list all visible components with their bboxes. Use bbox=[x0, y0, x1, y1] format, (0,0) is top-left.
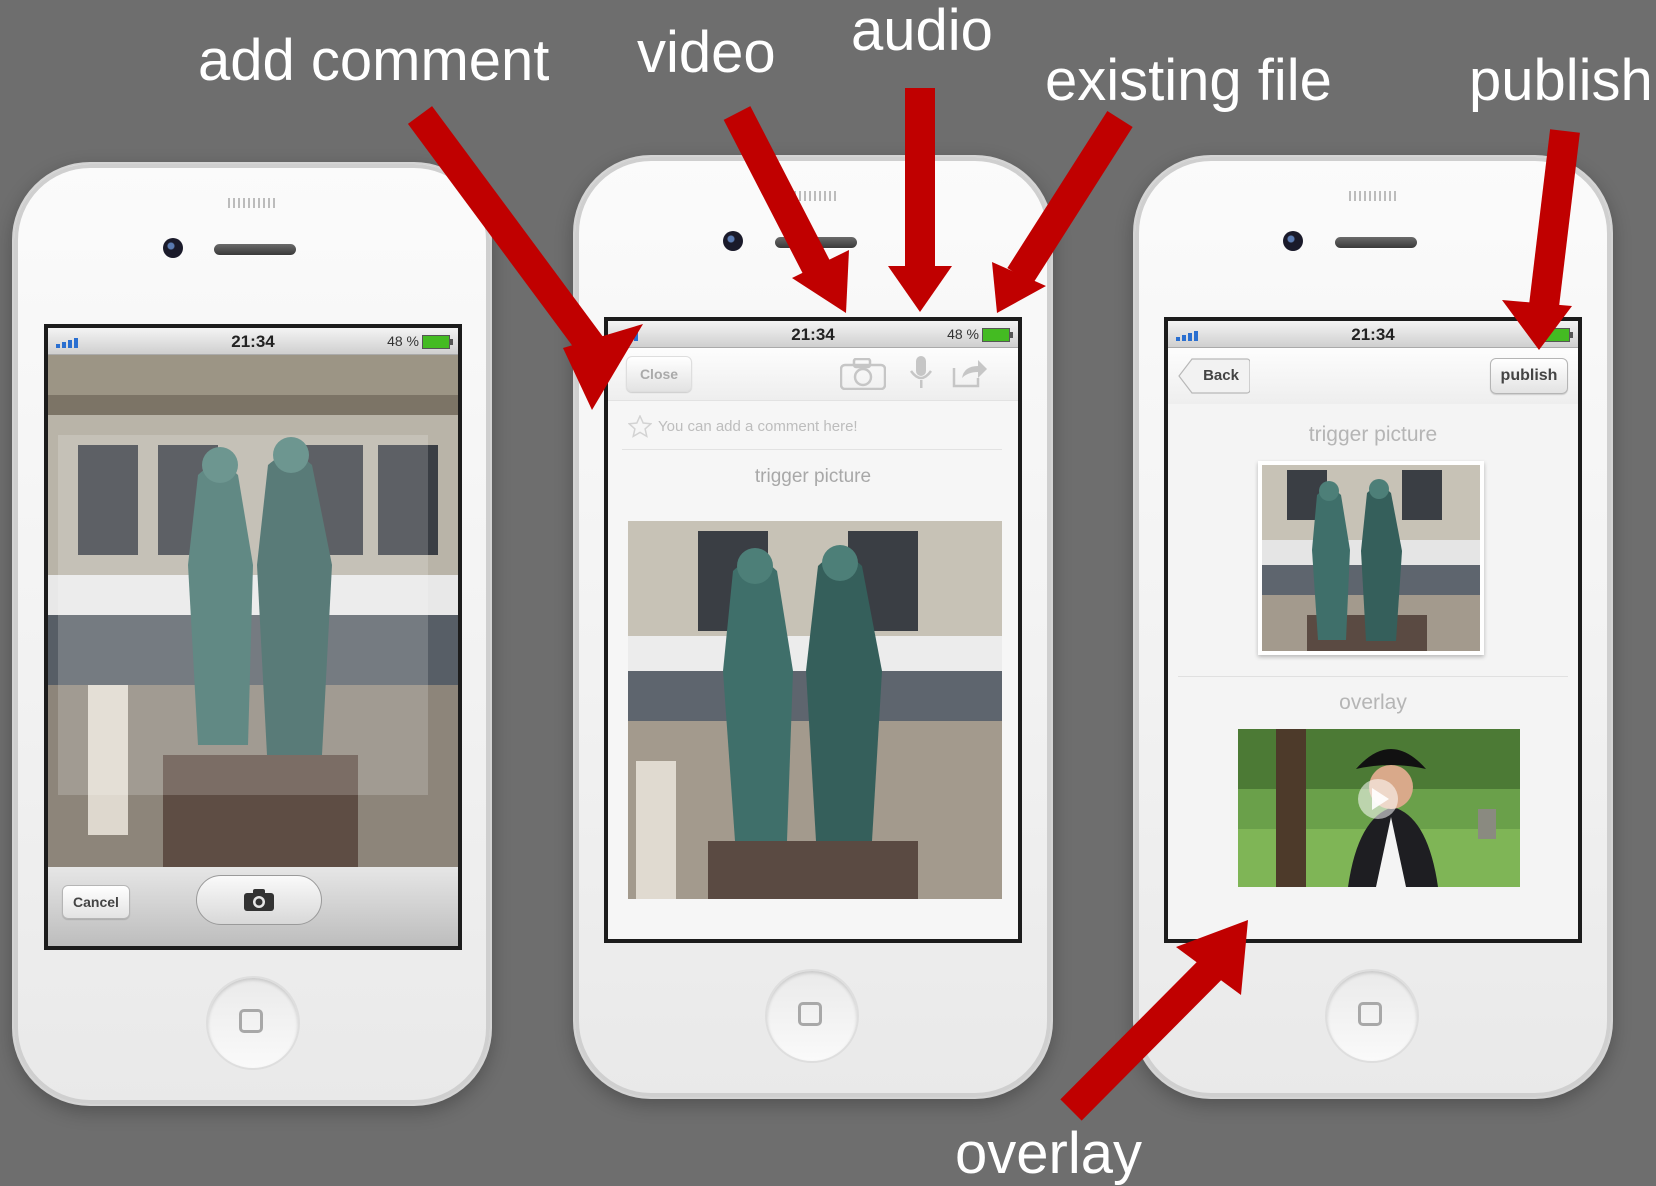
shutter-button[interactable] bbox=[196, 875, 322, 925]
earpiece bbox=[1335, 237, 1417, 248]
trigger-caption: trigger picture bbox=[1308, 423, 1438, 446]
phone-camera: 21:34 48 % Cancel bbox=[12, 162, 492, 1106]
status-battery: 48 % bbox=[387, 333, 453, 350]
screen: 21:34 48 % Cancel bbox=[44, 324, 462, 950]
home-button[interactable] bbox=[206, 976, 300, 1070]
camera-toolbar: Cancel bbox=[48, 867, 458, 946]
trigger-caption: trigger picture bbox=[754, 466, 872, 487]
statue-photo bbox=[628, 521, 1002, 899]
play-icon[interactable] bbox=[1356, 777, 1400, 821]
label-publish: publish bbox=[1469, 48, 1653, 113]
microphone-icon[interactable] bbox=[908, 355, 934, 391]
screen: 21:34 Back publish trigger picture overl… bbox=[1164, 317, 1582, 943]
home-square-icon bbox=[239, 1009, 263, 1033]
statue-photo bbox=[48, 355, 458, 867]
camera-icon bbox=[244, 889, 274, 911]
speaker-grille bbox=[228, 198, 278, 208]
trigger-thumbnail[interactable] bbox=[1258, 461, 1484, 655]
star-icon bbox=[628, 415, 652, 438]
front-camera bbox=[163, 238, 183, 258]
section-divider bbox=[1178, 676, 1568, 677]
editor-toolbar: Close bbox=[608, 348, 1018, 401]
slide: { "labels": { "add_comment": "add commen… bbox=[0, 0, 1656, 1185]
status-bar: 21:34 bbox=[1168, 321, 1578, 348]
battery-icon bbox=[422, 335, 453, 350]
publish-button[interactable]: publish bbox=[1490, 358, 1568, 394]
trigger-picture[interactable] bbox=[628, 521, 1002, 899]
battery-icon bbox=[1542, 328, 1573, 343]
front-camera bbox=[1283, 231, 1303, 251]
home-square-icon bbox=[1358, 1002, 1382, 1026]
battery-icon bbox=[982, 328, 1013, 343]
back-button[interactable]: Back bbox=[1178, 358, 1250, 394]
battery-percent: 48 % bbox=[387, 333, 419, 349]
phone-editor: 21:34 48 % Close You can add a comment h… bbox=[573, 155, 1053, 1099]
comment-row[interactable]: You can add a comment here! bbox=[622, 403, 1002, 450]
camera-icon[interactable] bbox=[840, 358, 886, 390]
speaker-grille bbox=[789, 191, 839, 201]
label-overlay: overlay bbox=[955, 1121, 1142, 1186]
share-icon[interactable] bbox=[952, 358, 988, 388]
earpiece bbox=[214, 244, 296, 255]
earpiece bbox=[775, 237, 857, 248]
close-button[interactable]: Close bbox=[626, 356, 692, 392]
label-add-comment: add comment bbox=[198, 28, 550, 93]
publish-navbar: Back publish bbox=[1168, 348, 1578, 404]
screen: 21:34 48 % Close You can add a comment h… bbox=[604, 317, 1022, 943]
status-battery: 48 % bbox=[947, 326, 1013, 343]
camera-viewfinder bbox=[48, 355, 458, 867]
home-button[interactable] bbox=[1325, 969, 1419, 1063]
overlay-video[interactable] bbox=[1238, 729, 1520, 887]
overlay-caption: overlay bbox=[1339, 691, 1407, 714]
home-button[interactable] bbox=[765, 969, 859, 1063]
label-video: video bbox=[637, 20, 776, 85]
status-bar: 21:34 48 % bbox=[608, 321, 1018, 348]
statue-photo bbox=[1262, 465, 1480, 651]
front-camera bbox=[723, 231, 743, 251]
status-battery bbox=[1539, 326, 1573, 343]
phone-publish: 21:34 Back publish trigger picture overl… bbox=[1133, 155, 1613, 1099]
back-label: Back bbox=[1203, 367, 1239, 384]
status-time: 21:34 bbox=[1351, 325, 1395, 344]
status-bar: 21:34 48 % bbox=[48, 328, 458, 355]
label-audio: audio bbox=[851, 0, 993, 63]
label-existing-file: existing file bbox=[1045, 48, 1332, 113]
battery-percent: 48 % bbox=[947, 326, 979, 342]
comment-placeholder: You can add a comment here! bbox=[658, 418, 858, 435]
speaker-grille bbox=[1349, 191, 1399, 201]
cancel-button[interactable]: Cancel bbox=[62, 885, 130, 919]
home-square-icon bbox=[798, 1002, 822, 1026]
